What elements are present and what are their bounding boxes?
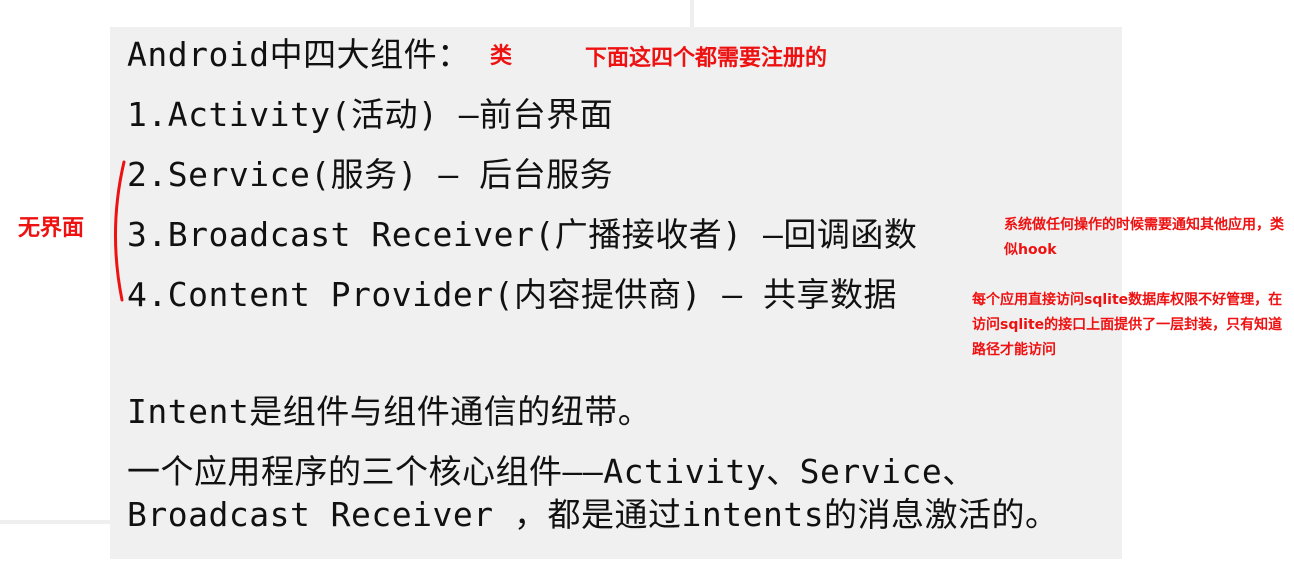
no-ui-annotation: 无界面 [18, 216, 85, 241]
content-provider-note: 每个应用直接访问sqlite数据库权限不好管理，在访问sqlite的接口上面提供… [972, 292, 1283, 358]
background-divider-vertical [690, 0, 694, 30]
class-annotation: 类 [490, 44, 513, 69]
slide-image: Android中四大组件： 1.Activity(活动) –前台界面 2.Ser… [110, 27, 1122, 559]
register-annotation: 下面这四个都需要注册的 [585, 46, 828, 71]
slide-heading: Android中四大组件： [127, 35, 471, 74]
component-item-activity: 1.Activity(活动) –前台界面 [127, 95, 614, 134]
broadcast-receiver-note: 系统做任何操作的时候需要通知其他应用，类似hook [1004, 217, 1284, 258]
intent-description: Intent是组件与组件通信的纽带。 [127, 392, 652, 431]
background-divider-horizontal [0, 520, 110, 524]
bracket-mark [114, 160, 126, 302]
component-item-broadcast-receiver: 3.Broadcast Receiver(广播接收者) –回调函数 [127, 215, 918, 254]
core-components-line-2: Broadcast Receiver ，都是通过intents的消息激活的。 [127, 495, 1059, 534]
core-components-line-1: 一个应用程序的三个核心组件——Activity、Service、 [127, 452, 976, 491]
component-item-content-provider: 4.Content Provider(内容提供商) – 共享数据 [127, 275, 897, 314]
component-item-service: 2.Service(服务) – 后台服务 [127, 155, 614, 194]
